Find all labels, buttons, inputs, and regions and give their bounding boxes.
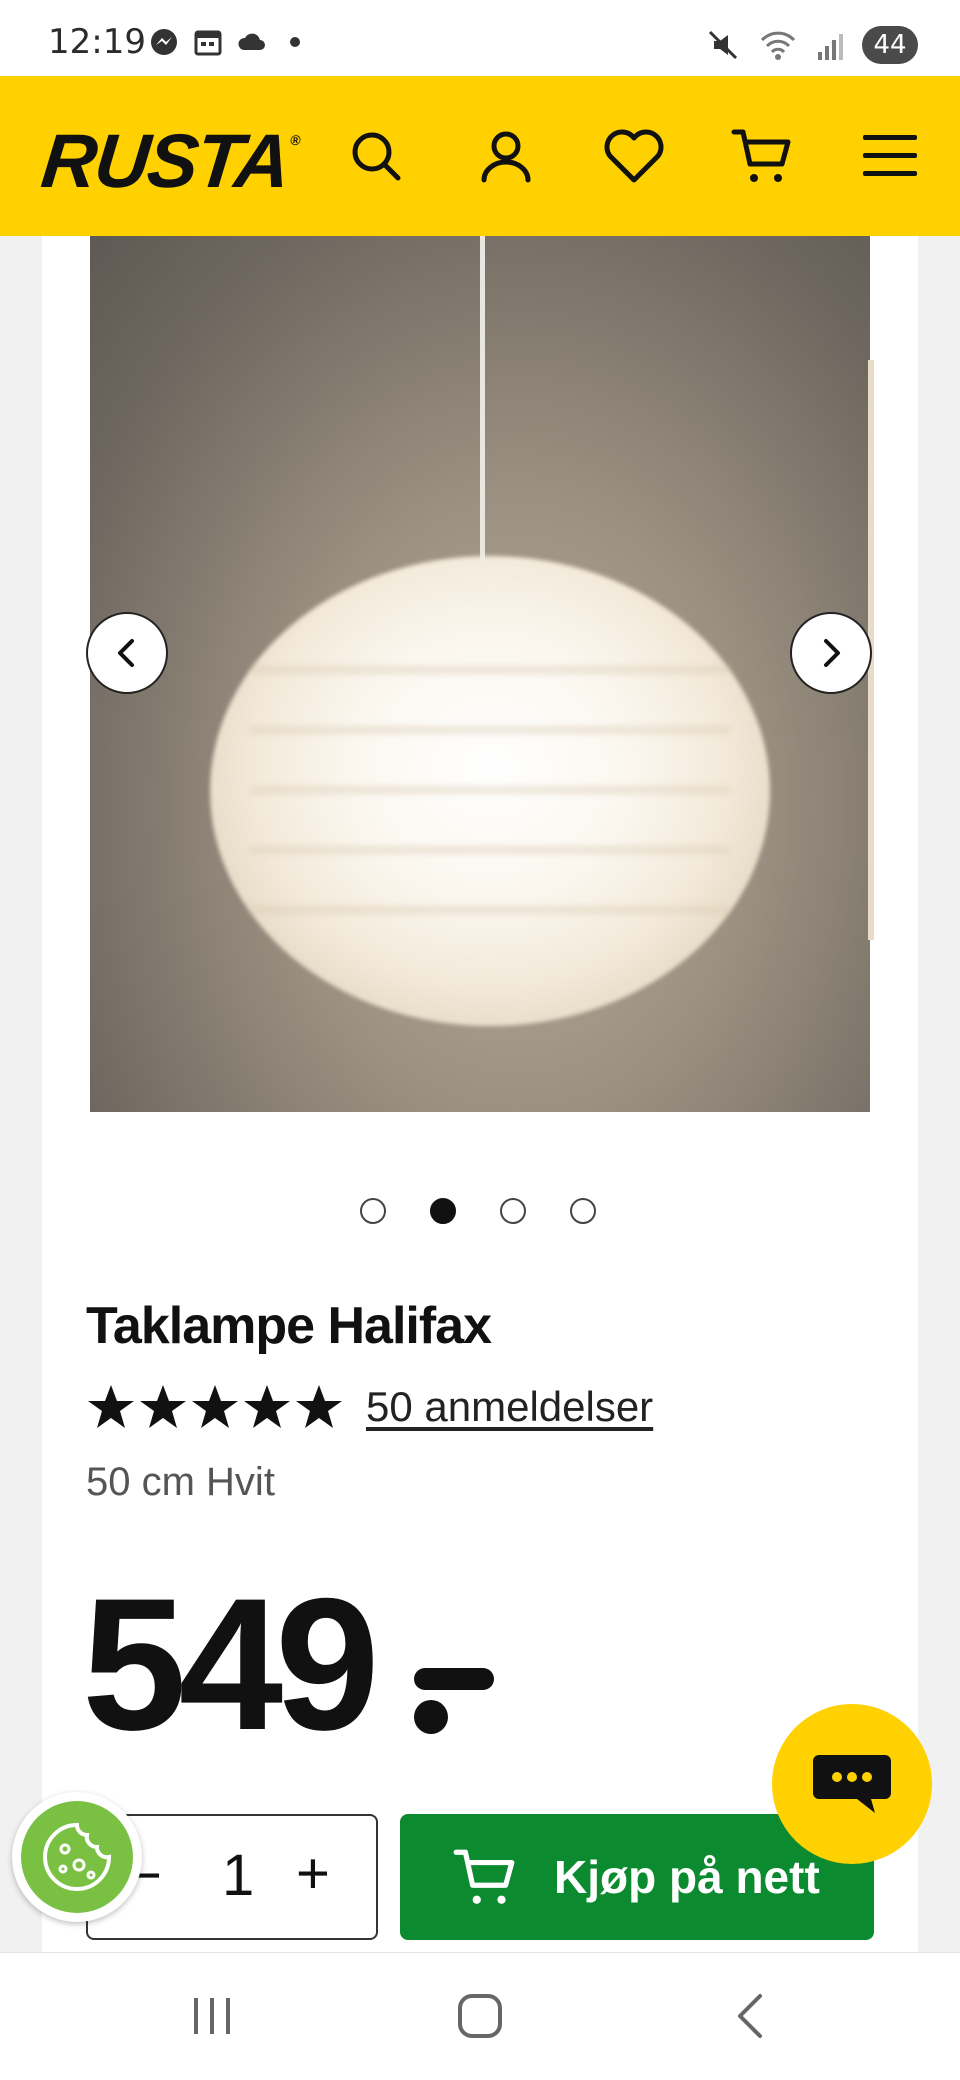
star-icon [296,1385,342,1428]
product-title: Taklampe Halifax [86,1297,492,1355]
cookie-icon [43,1822,112,1891]
rusta-logo[interactable]: RUSTA® [37,118,301,205]
chevron-right-icon [824,639,840,667]
product-variant: 50 cm Hvit [86,1460,275,1504]
status-time: 12:19 [48,22,146,62]
battery-level: 44 [862,26,918,64]
site-header: RUSTA® [0,76,960,236]
logo-text: RUSTA [37,119,293,204]
back-icon[interactable] [710,1981,790,2051]
rating-row: 50 anmeldelser [86,1382,653,1432]
rating-stars [86,1382,344,1432]
wifi-icon [760,31,796,60]
system-navigation-bar [0,1952,960,2080]
search-icon[interactable] [344,124,408,188]
chat-button[interactable] [772,1704,932,1864]
cookie-settings-button[interactable] [12,1792,142,1922]
chat-icon [813,1755,891,1813]
messenger-icon [151,29,177,55]
star-icon [244,1385,290,1428]
price-dot [414,1700,448,1734]
gallery-next-button[interactable] [790,612,872,694]
price-dash [414,1668,494,1690]
product-price: 549 [82,1559,380,1769]
gallery-dot-2[interactable] [430,1198,456,1224]
signal-icon [818,34,843,60]
gallery-dot-3[interactable] [500,1198,526,1224]
qty-value[interactable]: 1 [222,1842,254,1909]
notification-dot [290,37,300,47]
star-icon [140,1385,186,1428]
qty-increase-button[interactable]: + [296,1840,330,1907]
mute-icon [708,30,738,60]
account-icon[interactable] [474,124,538,188]
gallery-pagination [360,1198,596,1224]
chevron-left-icon [118,639,134,667]
cart-icon[interactable] [730,124,794,188]
calendar-icon [194,30,222,56]
buy-button-label: Kjøp på nett [554,1851,820,1903]
menu-icon[interactable] [858,124,922,188]
lamp-shade [210,556,770,1026]
gallery-prev-button[interactable] [86,612,168,694]
product-image[interactable] [90,236,870,1112]
reviews-link[interactable]: 50 anmeldelser [366,1383,653,1431]
gallery-dot-4[interactable] [570,1198,596,1224]
star-icon [88,1385,134,1428]
home-icon[interactable] [440,1981,520,2051]
lamp-cord [480,236,485,566]
cloud-icon [238,33,265,50]
status-bar: 12:19 44 [0,0,960,76]
registered-mark: ® [289,132,300,148]
recent-apps-icon[interactable] [172,1981,252,2051]
gallery-dot-1[interactable] [360,1198,386,1224]
star-icon [192,1385,238,1428]
cart-icon [453,1849,515,1904]
wishlist-heart-icon[interactable] [602,124,666,188]
